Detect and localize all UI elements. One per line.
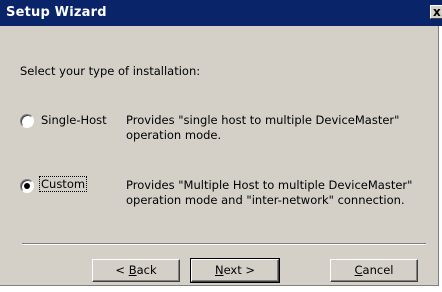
custom-radio[interactable] <box>20 179 34 193</box>
close-button[interactable]: x <box>430 5 442 19</box>
cancel-button-mnemonic: C <box>354 263 363 277</box>
custom-label[interactable]: Custom <box>39 176 88 192</box>
single-host-description-line2: operation mode. <box>126 128 222 142</box>
close-icon: x <box>433 5 441 19</box>
back-button[interactable]: < Back <box>92 259 180 282</box>
radio-selected-dot <box>24 183 30 189</box>
next-button-mnemonic: N <box>214 263 224 277</box>
title-bar[interactable]: Setup Wizard x <box>0 0 442 26</box>
single-host-radio[interactable] <box>20 114 34 128</box>
single-host-description-line1: Provides "single host to multiple Device… <box>126 113 400 127</box>
next-button-text: ext > <box>223 263 256 277</box>
window-title: Setup Wizard <box>6 5 107 20</box>
back-button-prefix: < <box>115 263 129 277</box>
cancel-button[interactable]: Cancel <box>330 259 418 282</box>
next-button[interactable]: Next > <box>190 258 280 283</box>
custom-description-line1: Provides "Multiple Host to multiple Devi… <box>126 178 413 192</box>
single-host-label[interactable]: Single-Host <box>41 113 107 127</box>
custom-description-line2: operation mode and "inter-network" conne… <box>126 193 405 207</box>
setup-wizard-dialog: Setup Wizard x Select your type of insta… <box>0 0 442 286</box>
cancel-button-text: ancel <box>362 263 394 277</box>
installation-type-prompt: Select your type of installation: <box>20 64 201 78</box>
back-button-text: ack <box>136 263 157 277</box>
button-separator <box>22 243 426 245</box>
custom-label-text: Custom <box>39 176 88 192</box>
back-button-mnemonic: B <box>128 263 137 277</box>
